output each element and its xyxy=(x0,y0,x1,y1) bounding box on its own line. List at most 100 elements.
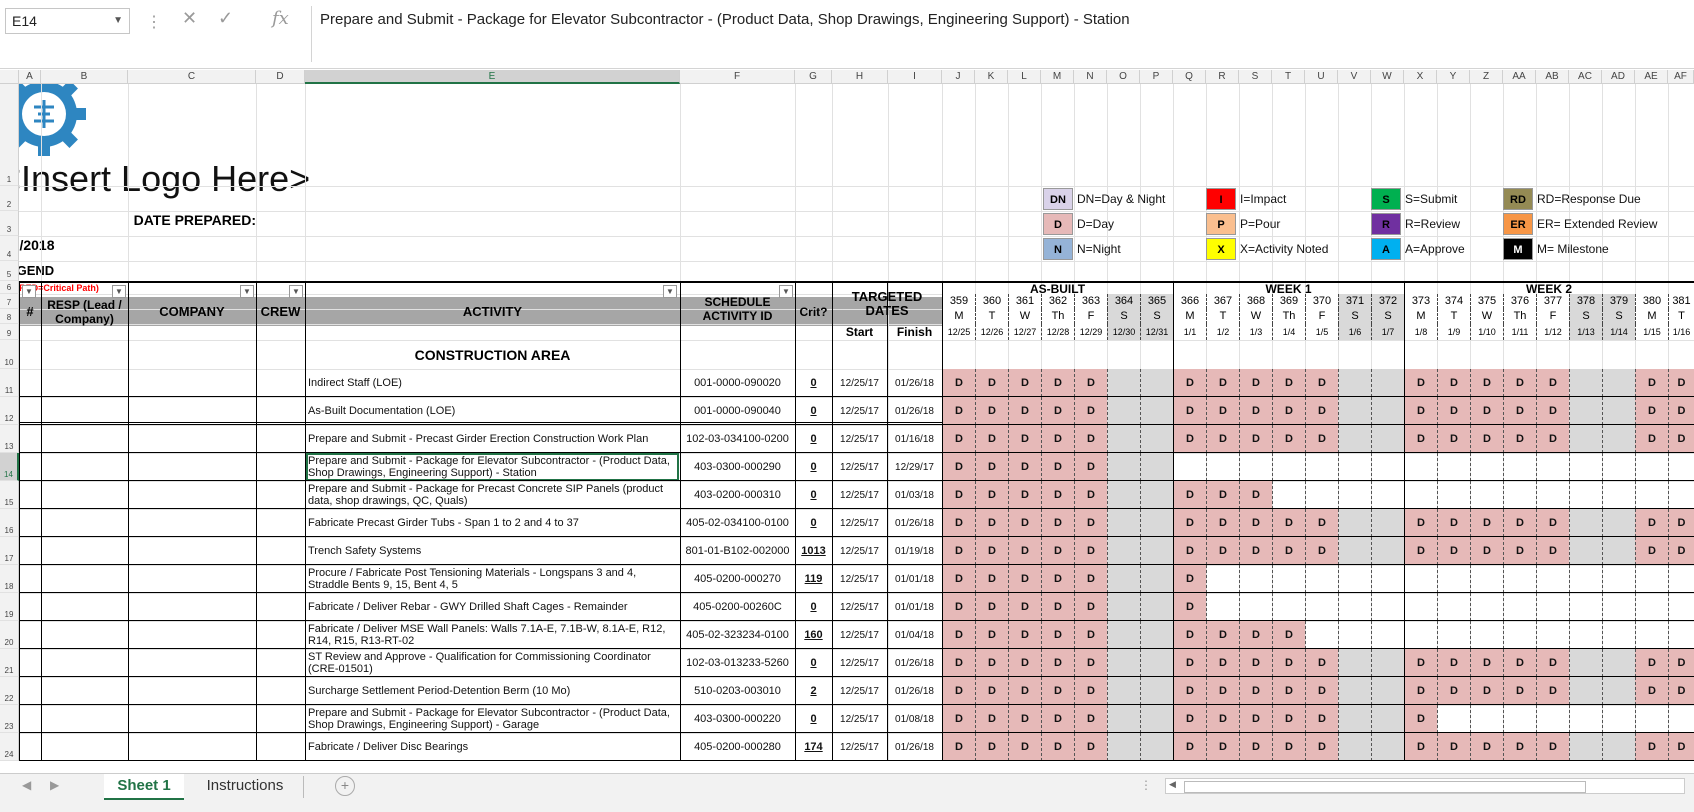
filter-dropdown-button[interactable]: ▼ xyxy=(112,285,126,298)
day-cell[interactable]: D xyxy=(1305,537,1338,565)
column-header-aa[interactable]: AA xyxy=(1503,70,1536,84)
column-header-r[interactable]: R xyxy=(1206,70,1239,84)
day-cell[interactable]: D xyxy=(942,677,975,705)
day-cell[interactable] xyxy=(1437,565,1470,593)
day-cell[interactable] xyxy=(1107,733,1140,761)
day-cell[interactable]: D xyxy=(1008,481,1041,509)
day-cell[interactable] xyxy=(1569,537,1602,565)
day-cell[interactable]: D xyxy=(1041,677,1074,705)
day-cell[interactable]: D xyxy=(1074,677,1107,705)
row-header-13[interactable]: 13 xyxy=(0,425,19,453)
day-cell[interactable]: D xyxy=(975,369,1008,397)
day-cell[interactable]: D xyxy=(942,369,975,397)
day-cell[interactable] xyxy=(1503,565,1536,593)
formula-input[interactable]: Prepare and Submit - Package for Elevato… xyxy=(311,6,1694,62)
day-cell[interactable]: D xyxy=(1239,509,1272,537)
crit-cell[interactable]: 160 xyxy=(795,621,832,649)
finish-date-cell[interactable]: 01/19/18 xyxy=(887,537,942,565)
day-cell[interactable]: D xyxy=(1008,397,1041,425)
day-cell[interactable]: D xyxy=(1074,369,1107,397)
column-header-n[interactable]: N xyxy=(1074,70,1107,84)
day-cell[interactable]: D xyxy=(1041,453,1074,481)
day-cell[interactable]: D xyxy=(1041,509,1074,537)
day-cell[interactable]: D xyxy=(1206,649,1239,677)
day-cell[interactable]: D xyxy=(1239,621,1272,649)
day-cell[interactable]: D xyxy=(1173,649,1206,677)
crit-cell[interactable]: 119 xyxy=(795,565,832,593)
day-cell[interactable] xyxy=(1371,509,1404,537)
day-cell[interactable]: D xyxy=(1008,677,1041,705)
row-header-4[interactable]: 4 xyxy=(0,236,19,261)
start-date-cell[interactable]: 12/25/17 xyxy=(832,509,887,537)
finish-date-cell[interactable]: 01/26/18 xyxy=(887,733,942,761)
day-cell[interactable]: D xyxy=(1272,509,1305,537)
day-cell[interactable] xyxy=(1569,425,1602,453)
start-date-cell[interactable]: 12/25/17 xyxy=(832,397,887,425)
schedule-id-cell[interactable]: 510-0203-003010 xyxy=(680,677,795,705)
activity-cell[interactable]: Fabricate / Deliver Disc Bearings xyxy=(306,733,679,761)
day-cell[interactable]: D xyxy=(942,705,975,733)
day-cell[interactable]: D xyxy=(1074,481,1107,509)
day-cell[interactable] xyxy=(1239,565,1272,593)
column-header-b[interactable]: B xyxy=(41,70,128,84)
day-cell[interactable] xyxy=(1371,537,1404,565)
day-cell[interactable]: D xyxy=(1470,649,1503,677)
day-cell[interactable] xyxy=(1272,593,1305,621)
crit-cell[interactable]: 0 xyxy=(795,481,832,509)
scroll-left-arrow-icon[interactable]: ◀ xyxy=(1169,779,1176,790)
day-cell[interactable]: D xyxy=(1074,593,1107,621)
schedule-id-cell[interactable]: 405-0200-00260C xyxy=(680,593,795,621)
day-cell[interactable] xyxy=(1503,705,1536,733)
day-cell[interactable]: D xyxy=(1074,649,1107,677)
day-cell[interactable] xyxy=(1371,453,1404,481)
day-cell[interactable]: D xyxy=(942,425,975,453)
day-cell[interactable] xyxy=(1338,733,1371,761)
day-cell[interactable] xyxy=(1536,705,1569,733)
day-cell[interactable]: D xyxy=(1272,705,1305,733)
day-cell[interactable] xyxy=(1635,453,1668,481)
filter-dropdown-button[interactable]: ▼ xyxy=(240,285,254,298)
finish-date-cell[interactable]: 01/03/18 xyxy=(887,481,942,509)
activity-cell[interactable]: Surcharge Settlement Period-Detention Be… xyxy=(306,677,679,705)
day-cell[interactable] xyxy=(1107,369,1140,397)
day-cell[interactable]: D xyxy=(1503,397,1536,425)
day-cell[interactable]: D xyxy=(1173,593,1206,621)
row-header-24[interactable]: 24 xyxy=(0,733,19,761)
day-cell[interactable] xyxy=(1635,481,1668,509)
day-cell[interactable]: D xyxy=(942,509,975,537)
day-cell[interactable]: D xyxy=(1008,509,1041,537)
day-cell[interactable] xyxy=(1536,593,1569,621)
day-cell[interactable] xyxy=(1470,593,1503,621)
day-cell[interactable]: D xyxy=(942,453,975,481)
start-date-cell[interactable]: 12/25/17 xyxy=(832,481,887,509)
day-cell[interactable] xyxy=(1338,649,1371,677)
day-cell[interactable]: D xyxy=(942,649,975,677)
finish-date-cell[interactable]: 01/08/18 xyxy=(887,705,942,733)
day-cell[interactable] xyxy=(1140,705,1173,733)
day-cell[interactable] xyxy=(1569,705,1602,733)
row-header-7[interactable]: 7 xyxy=(0,294,19,309)
column-header-p[interactable]: P xyxy=(1140,70,1173,84)
finish-date-cell[interactable]: 01/01/18 xyxy=(887,565,942,593)
day-cell[interactable]: D xyxy=(1008,621,1041,649)
day-cell[interactable]: D xyxy=(942,397,975,425)
row-header-2[interactable]: 2 xyxy=(0,186,19,211)
day-cell[interactable]: D xyxy=(1008,705,1041,733)
day-cell[interactable] xyxy=(1437,453,1470,481)
day-cell[interactable] xyxy=(1635,593,1668,621)
column-header-x[interactable]: X xyxy=(1404,70,1437,84)
day-cell[interactable]: D xyxy=(1008,593,1041,621)
day-cell[interactable]: D xyxy=(1668,425,1694,453)
day-cell[interactable]: D xyxy=(1239,369,1272,397)
day-cell[interactable]: D xyxy=(1404,369,1437,397)
column-header-g[interactable]: G xyxy=(795,70,832,84)
day-cell[interactable] xyxy=(1338,369,1371,397)
finish-date-cell[interactable]: 01/26/18 xyxy=(887,509,942,537)
day-cell[interactable] xyxy=(1107,621,1140,649)
day-cell[interactable]: D xyxy=(1272,369,1305,397)
day-cell[interactable]: D xyxy=(1503,537,1536,565)
day-cell[interactable] xyxy=(1305,621,1338,649)
start-date-cell[interactable]: 12/25/17 xyxy=(832,705,887,733)
day-cell[interactable]: D xyxy=(1536,537,1569,565)
day-cell[interactable] xyxy=(1107,677,1140,705)
